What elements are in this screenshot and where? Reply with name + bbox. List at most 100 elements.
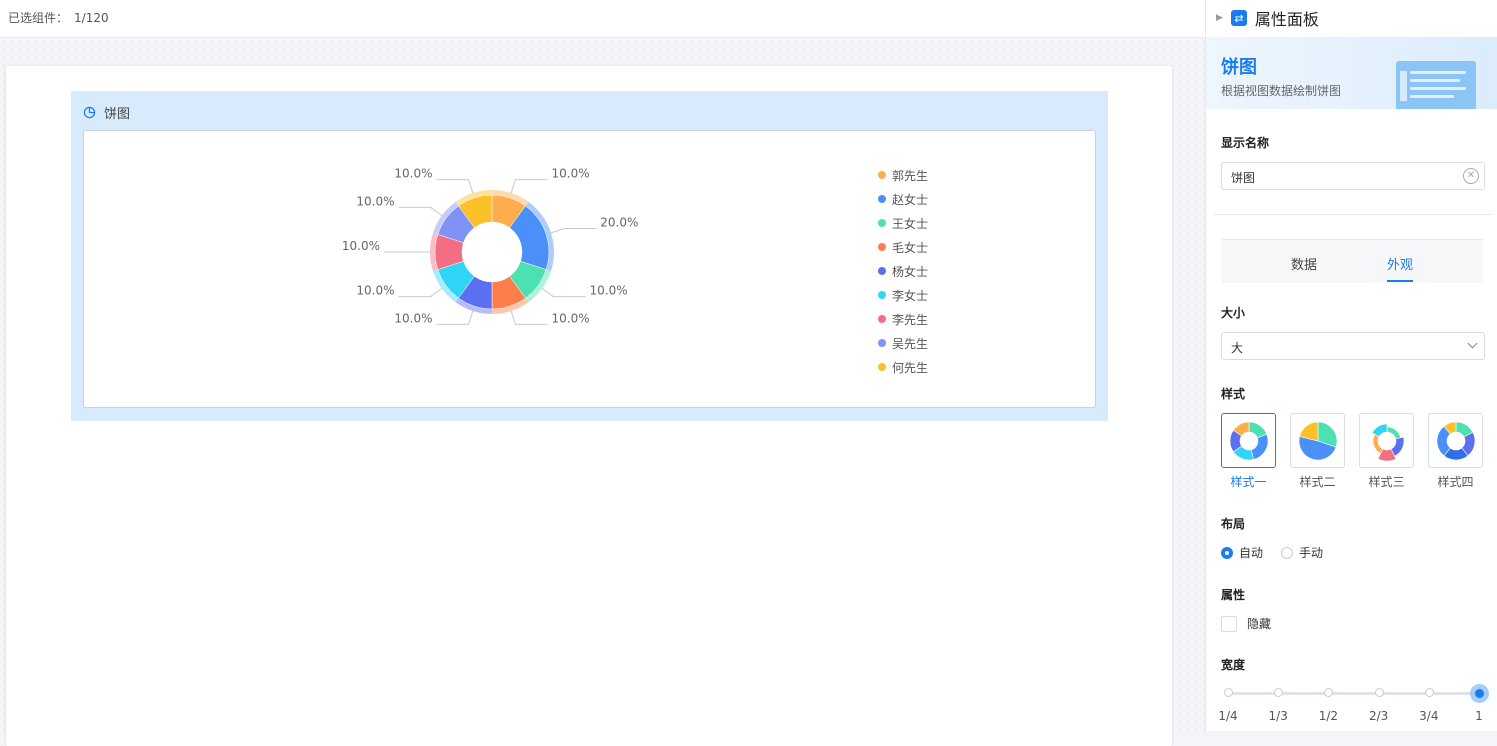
legend-label: 王女士 (892, 216, 929, 231)
panel-header: ▶ ⇄ 属性面板 (1216, 8, 1319, 29)
slice-label: 10.0% (394, 311, 432, 325)
size-value: 大 (1231, 341, 1244, 355)
slice-label: 10.0% (589, 284, 627, 298)
legend-dot (878, 243, 886, 251)
layout-auto-radio[interactable]: 自动 (1221, 544, 1263, 561)
legend-item[interactable]: 吴先生 (878, 331, 928, 355)
legend-dot (878, 315, 886, 323)
top-toolbar: 已选组件： 1/120 (0, 0, 1205, 38)
tab-data[interactable]: 数据 (1291, 254, 1317, 273)
legend-item[interactable]: 何先生 (878, 355, 928, 379)
pie-chart-widget[interactable]: 饼图 10.0% 20.0% 10.0% 10.0% 10.0% 10.0% 10.0% 10… (71, 91, 1108, 421)
donut-style-4-icon (1436, 421, 1475, 460)
hidden-label: 隐藏 (1247, 617, 1272, 631)
slice-label: 10.0% (551, 311, 589, 325)
slider-stop[interactable] (1274, 688, 1284, 697)
chevron-down-icon (1467, 338, 1478, 349)
tab-appearance[interactable]: 外观 (1387, 254, 1414, 282)
pie-chart-icon (83, 106, 96, 118)
label-leader-line (398, 288, 443, 298)
legend-dot (878, 195, 886, 203)
width-slider-ticks: 1/4 1/3 1/2 2/3 3/4 1 (1218, 709, 1490, 723)
selected-value: 1/120 (74, 11, 109, 25)
legend-label: 郭先生 (892, 168, 929, 183)
legend-item[interactable]: 杨女士 (878, 259, 928, 283)
style-option-label: 样式一 (1230, 475, 1267, 489)
legend-dot (878, 363, 886, 371)
display-name-field[interactable]: 饼图 ✕ (1221, 162, 1485, 190)
widget-title: 饼图 (104, 106, 131, 122)
style-option-label: 样式三 (1368, 475, 1405, 489)
legend-label: 赵女士 (892, 192, 929, 207)
size-select[interactable]: 大 (1221, 332, 1485, 360)
checkbox-box (1221, 615, 1237, 632)
style-option-2[interactable]: 样式二 (1290, 413, 1345, 490)
layout-radio-group: 自动 手动 (1221, 544, 1323, 561)
slider-tick-label: 1/4 (1218, 709, 1238, 723)
slider-tick-label: 1/3 (1268, 709, 1288, 723)
slider-tick-label: 1/2 (1318, 709, 1339, 723)
layout-manual-radio[interactable]: 手动 (1281, 544, 1323, 561)
banner-description: 根据视图数据绘制饼图 (1221, 84, 1342, 98)
page-sheet: 饼图 10.0% 20.0% 10.0% 10.0% 10.0% 10.0% 10.0% 10… (6, 66, 1172, 746)
banner-illustration (1396, 61, 1476, 109)
legend-item[interactable]: 李女士 (878, 283, 928, 307)
slice-label: 20.0% (600, 216, 638, 230)
legend-dot (878, 219, 886, 227)
selected-count: 已选组件： 1/120 (8, 9, 109, 26)
chart-legend: 郭先生赵女士王女士毛女士杨女士李女士李先生吴先生何先生 (878, 163, 928, 379)
pie-chart: 10.0%20.0%10.0%10.0%10.0%10.0%10.0%10.0%… (342, 167, 639, 326)
slider-stop[interactable] (1424, 688, 1434, 697)
panel-title: 属性面板 (1254, 10, 1319, 29)
slider-thumb[interactable] (1470, 684, 1489, 703)
swap-icon: ⇄ (1230, 10, 1247, 26)
label-leader-line (398, 206, 443, 216)
label-leader-line (436, 310, 474, 325)
legend-dot (878, 339, 886, 347)
slice-label: 10.0% (356, 284, 394, 298)
legend-label: 何先生 (892, 360, 929, 375)
legend-item[interactable]: 李先生 (878, 307, 928, 331)
legend-label: 李先生 (892, 312, 929, 327)
property-panel: ▶ ⇄ 属性面板 饼图 根据视图数据绘制饼图 显示名称 饼图 ✕ 数据 外观 大… (1205, 0, 1497, 731)
slice-label: 10.0% (551, 167, 589, 181)
component-banner: 饼图 根据视图数据绘制饼图 (1206, 37, 1497, 109)
style-option-1[interactable]: 样式一 (1221, 413, 1276, 490)
rose-style-3-icon (1371, 423, 1404, 461)
slider-stop[interactable] (1324, 688, 1334, 697)
legend-dot (878, 267, 886, 275)
selected-label: 已选组件： (8, 11, 69, 25)
style-option-3[interactable]: 样式三 (1359, 413, 1414, 490)
slice-label: 10.0% (356, 194, 394, 208)
legend-label: 杨女士 (892, 264, 929, 279)
label-leader-line (510, 179, 548, 194)
hidden-checkbox[interactable]: 隐藏 (1221, 615, 1271, 632)
label-leader-line (541, 288, 586, 298)
slider-stop[interactable] (1224, 688, 1233, 697)
legend-label: 李女士 (892, 288, 929, 303)
collapse-caret-icon[interactable]: ▶ (1216, 13, 1223, 23)
design-canvas: 饼图 10.0% 20.0% 10.0% 10.0% 10.0% 10.0% 10.0% 10… (0, 38, 1205, 746)
widget-header: 饼图 (83, 103, 131, 122)
legend-item[interactable]: 郭先生 (878, 163, 928, 187)
style-option-label: 样式二 (1299, 475, 1336, 489)
radio-unchecked-icon (1281, 546, 1294, 559)
legend-label: 毛女士 (892, 240, 929, 255)
legend-label: 吴先生 (892, 336, 929, 351)
legend-dot (878, 171, 886, 179)
chart-area: 10.0% 20.0% 10.0% 10.0% 10.0% 10.0% 10.0% 10.0%… (83, 130, 1096, 408)
radio-label: 自动 (1239, 546, 1264, 560)
clear-icon[interactable]: ✕ (1463, 168, 1479, 184)
panel-tabs: 数据 外观 (1222, 239, 1483, 283)
legend-item[interactable]: 毛女士 (878, 235, 928, 259)
slice-label: 10.0% (394, 167, 432, 181)
size-label: 大小 (1221, 306, 1246, 320)
layout-label: 布局 (1221, 517, 1246, 531)
legend-item[interactable]: 赵女士 (878, 187, 928, 211)
legend-item[interactable]: 王女士 (878, 211, 928, 235)
slider-stop[interactable] (1374, 688, 1384, 697)
label-leader-line (436, 179, 474, 194)
slider-tick-label: 3/4 (1419, 709, 1439, 723)
width-slider[interactable] (1224, 684, 1489, 703)
style-option-4[interactable]: 样式四 (1428, 413, 1483, 490)
